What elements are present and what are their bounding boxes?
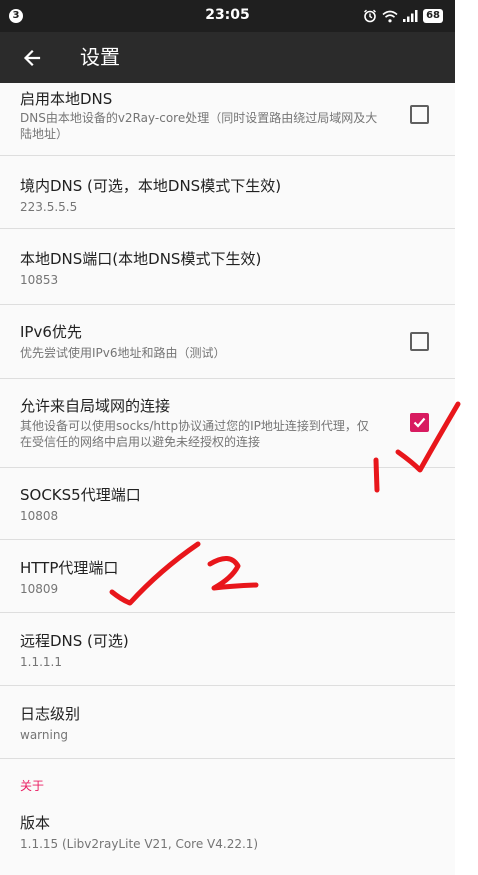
- setting-http-port[interactable]: HTTP代理端口 10809: [0, 540, 455, 613]
- signal-icon: [403, 10, 418, 22]
- setting-value: 10853: [20, 273, 59, 287]
- setting-ipv6[interactable]: IPv6优先 优先尝试使用IPv6地址和路由（测试）: [0, 305, 455, 379]
- setting-value: 10808: [20, 509, 59, 523]
- alarm-icon: [363, 9, 377, 23]
- setting-title: 启用本地DNS: [20, 90, 113, 108]
- local-dns-checkbox[interactable]: [410, 105, 429, 124]
- setting-title: SOCKS5代理端口: [20, 486, 141, 504]
- setting-title: HTTP代理端口: [20, 559, 119, 577]
- setting-title: 本地DNS端口(本地DNS模式下生效): [20, 250, 262, 268]
- allow-lan-checkbox[interactable]: [410, 413, 429, 432]
- ipv6-checkbox[interactable]: [410, 332, 429, 351]
- setting-socks-port[interactable]: SOCKS5代理端口 10808: [0, 468, 455, 540]
- setting-summary: DNS由本地设备的v2Ray-core处理（同时设置路由绕过局域网及大陆地址）: [20, 111, 378, 141]
- setting-title: 版本: [20, 814, 51, 832]
- arrow-left-icon: [23, 49, 41, 67]
- right-gutter: [455, 0, 478, 875]
- setting-value: 1.1.15 (Libv2rayLite V21, Core V4.22.1): [20, 837, 259, 851]
- setting-title: 日志级别: [20, 705, 81, 723]
- page-title: 设置: [80, 45, 120, 69]
- setting-summary: 优先尝试使用IPv6地址和路由（测试）: [20, 346, 226, 360]
- setting-allow-lan[interactable]: 允许来自局域网的连接 其他设备可以使用socks/http协议通过您的IP地址连…: [0, 379, 455, 468]
- back-button[interactable]: [12, 38, 52, 78]
- setting-title: 允许来自局域网的连接: [20, 397, 171, 415]
- status-bar: 3 23:05 68: [0, 0, 455, 32]
- setting-title: IPv6优先: [20, 323, 82, 341]
- setting-remote-dns[interactable]: 远程DNS (可选) 1.1.1.1: [0, 613, 455, 686]
- settings-screen: 3 23:05 68 设置 启用本地DNS DNS由本地设备的v2Ray-cor…: [0, 0, 455, 875]
- category-about: 关于: [20, 779, 45, 793]
- checkmark-icon: [413, 417, 426, 428]
- setting-log-level[interactable]: 日志级别 warning: [0, 686, 455, 759]
- setting-value: warning: [20, 728, 69, 742]
- setting-value: 1.1.1.1: [20, 655, 62, 669]
- setting-version[interactable]: 版本 1.1.15 (Libv2rayLite V21, Core V4.22.…: [0, 799, 455, 859]
- setting-summary: 其他设备可以使用socks/http协议通过您的IP地址连接到代理，仅在受信任的…: [20, 419, 369, 449]
- battery-icon: 68: [423, 9, 443, 23]
- status-icons: 68: [363, 6, 443, 26]
- setting-local-dns-port[interactable]: 本地DNS端口(本地DNS模式下生效) 10853: [0, 229, 455, 305]
- setting-domestic-dns[interactable]: 境内DNS (可选，本地DNS模式下生效) 223.5.5.5: [0, 156, 455, 229]
- setting-title: 远程DNS (可选): [20, 632, 129, 650]
- app-toolbar: 设置: [0, 32, 455, 83]
- wifi-icon: [382, 10, 398, 23]
- setting-title: 境内DNS (可选，本地DNS模式下生效): [20, 177, 282, 195]
- setting-local-dns[interactable]: 启用本地DNS DNS由本地设备的v2Ray-core处理（同时设置路由绕过局域…: [0, 83, 455, 156]
- setting-value: 223.5.5.5: [20, 200, 78, 214]
- setting-value: 10809: [20, 582, 59, 596]
